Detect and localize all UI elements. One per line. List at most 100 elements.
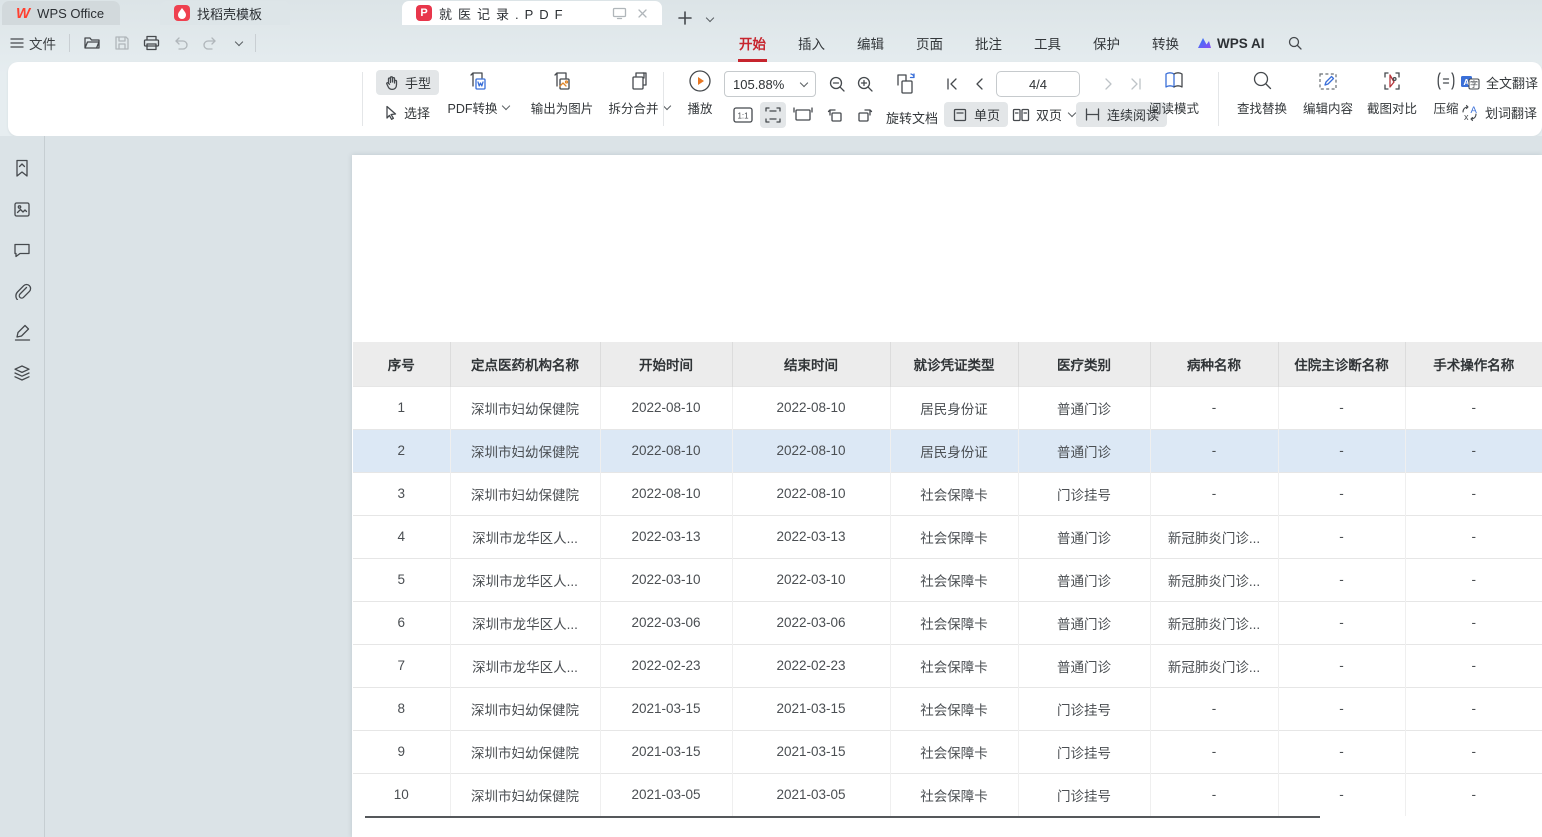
table-cell: 2022-02-23: [600, 644, 732, 687]
select-tool-label: 选择: [404, 103, 430, 122]
pdf-convert-label: PDF转换: [447, 98, 497, 117]
word-translate-button[interactable]: xA 划词翻译: [1456, 100, 1542, 125]
open-file-icon[interactable]: [83, 35, 101, 51]
monitor-icon[interactable]: [612, 7, 627, 20]
rotate-right-button[interactable]: [852, 102, 878, 128]
read-mode-button[interactable]: 阅读模式: [1142, 69, 1206, 117]
actual-size-button[interactable]: 1:1: [730, 102, 756, 128]
export-image-button[interactable]: 输出为图片: [520, 69, 604, 117]
pdf-file-icon: P: [416, 5, 432, 21]
full-translate-icon: A字: [1460, 74, 1480, 91]
table-header-cell: 病种名称: [1150, 342, 1278, 386]
menu-tools[interactable]: 工具: [1033, 31, 1062, 55]
thumbnail-icon[interactable]: [12, 199, 32, 219]
chevron-down-icon: [800, 78, 808, 86]
zoom-level-select[interactable]: 105.88%: [724, 71, 816, 97]
comment-icon[interactable]: [12, 240, 32, 260]
search-icon[interactable]: [1287, 35, 1303, 51]
table-cell: -: [1278, 773, 1405, 816]
screenshot-compare-button[interactable]: 截图对比: [1360, 69, 1424, 117]
split-merge-button[interactable]: 拆分合并: [600, 69, 678, 117]
zoom-in-button[interactable]: [854, 73, 876, 95]
rotate-doc-label[interactable]: 旋转文档: [886, 108, 938, 127]
find-replace-button[interactable]: 查找替换: [1230, 69, 1294, 117]
menu-home[interactable]: 开始: [738, 31, 767, 55]
menu-bar: 文件 开始 插入 编辑 页面 批注 工具 保护 转换: [0, 25, 1542, 61]
table-cell: 10: [353, 773, 450, 816]
tab-wps-office[interactable]: W WPS Office: [2, 1, 120, 25]
save-icon[interactable]: [114, 35, 130, 51]
svg-text:x: x: [1464, 112, 1469, 122]
split-merge-icon: [627, 69, 651, 93]
table-cell: 深圳市妇幼保健院: [450, 386, 600, 429]
single-page-button[interactable]: 单页: [944, 102, 1008, 127]
first-page-button[interactable]: [941, 73, 963, 95]
table-row: 4深圳市龙华区人...2022-03-132022-03-13社会保障卡普通门诊…: [353, 515, 1542, 558]
double-page-button[interactable]: 双页: [1004, 102, 1083, 127]
play-button[interactable]: 播放: [676, 69, 724, 117]
table-row: 6深圳市龙华区人...2022-03-062022-03-06社会保障卡普通门诊…: [353, 601, 1542, 644]
hand-tool-button[interactable]: 手型: [376, 70, 439, 95]
chevron-down-icon: [501, 102, 509, 110]
tab-strip: W WPS Office 找稻壳模板 P 就医记录.PDF: [0, 0, 1542, 25]
tab-docer-templates[interactable]: 找稻壳模板: [160, 1, 290, 25]
table-cell: 普通门诊: [1018, 601, 1150, 644]
menu-edit[interactable]: 编辑: [856, 31, 885, 55]
pdf-convert-button[interactable]: PDF转换: [436, 69, 520, 117]
attachment-icon[interactable]: [12, 281, 32, 301]
table-cell: -: [1405, 730, 1542, 773]
table-cell: 2022-08-10: [600, 429, 732, 472]
fit-width-button[interactable]: [790, 102, 816, 128]
prev-page-button[interactable]: [968, 73, 990, 95]
divider: [362, 72, 363, 126]
print-icon[interactable]: [143, 35, 160, 51]
tab-list-chevron-icon[interactable]: [706, 14, 714, 22]
new-tab-icon[interactable]: [678, 11, 692, 25]
last-page-icon: [1129, 77, 1143, 91]
find-replace-icon: [1250, 69, 1274, 93]
fit-page-button[interactable]: [760, 102, 786, 128]
menu-insert[interactable]: 插入: [797, 31, 826, 55]
table-cell: 居民身份证: [890, 429, 1018, 472]
tab-pdf-document[interactable]: P 就医记录.PDF: [402, 1, 662, 25]
page-indicator-input[interactable]: 4/4: [996, 71, 1080, 97]
wps-ai-button[interactable]: WPS AI: [1196, 36, 1265, 51]
bookmark-icon[interactable]: [12, 158, 32, 178]
edit-content-button[interactable]: 编辑内容: [1296, 69, 1360, 117]
menu-annotate[interactable]: 批注: [974, 31, 1003, 55]
next-page-button[interactable]: [1098, 73, 1120, 95]
select-tool-button[interactable]: 选择: [376, 100, 438, 125]
redo-icon[interactable]: [202, 36, 218, 50]
table-cell: 普通门诊: [1018, 644, 1150, 687]
document-viewport[interactable]: 序号定点医药机构名称开始时间结束时间就诊凭证类型医疗类别病种名称住院主诊断名称手…: [0, 136, 1542, 837]
rotate-pages-button[interactable]: [892, 71, 920, 97]
more-actions-chevron-icon[interactable]: [235, 37, 243, 45]
menu-protect[interactable]: 保护: [1092, 31, 1121, 55]
table-row: 2深圳市妇幼保健院2022-08-102022-08-10居民身份证普通门诊--…: [353, 429, 1542, 472]
table-cell: 社会保障卡: [890, 515, 1018, 558]
play-icon: [688, 69, 712, 93]
ribbon-menus: 开始 插入 编辑 页面 批注 工具 保护 转换: [738, 25, 1180, 61]
zoom-out-button[interactable]: [826, 73, 848, 95]
table-header-row: 序号定点医药机构名称开始时间结束时间就诊凭证类型医疗类别病种名称住院主诊断名称手…: [353, 342, 1542, 386]
table-cell: -: [1405, 687, 1542, 730]
fit-page-icon: [764, 106, 782, 124]
rotate-left-button[interactable]: [822, 102, 848, 128]
table-cell: -: [1150, 687, 1278, 730]
table-row: 3深圳市妇幼保健院2022-08-102022-08-10社会保障卡门诊挂号--…: [353, 472, 1542, 515]
table-header-cell: 手术操作名称: [1405, 342, 1542, 386]
table-cell: 2022-03-06: [732, 601, 890, 644]
signature-icon[interactable]: [12, 322, 32, 342]
menu-convert[interactable]: 转换: [1151, 31, 1180, 55]
undo-icon[interactable]: [173, 36, 189, 50]
menu-page[interactable]: 页面: [915, 31, 944, 55]
table-cell: 2021-03-15: [732, 730, 890, 773]
full-translate-button[interactable]: A字 全文翻译: [1456, 70, 1542, 95]
close-tab-icon[interactable]: [637, 8, 648, 19]
layers-icon[interactable]: [12, 363, 32, 383]
zoom-in-icon: [856, 75, 874, 93]
split-merge-label: 拆分合并: [608, 98, 658, 117]
page-indicator-value: 4/4: [1029, 77, 1047, 92]
table-cell: 3: [353, 472, 450, 515]
file-menu-button[interactable]: 文件: [10, 33, 56, 53]
